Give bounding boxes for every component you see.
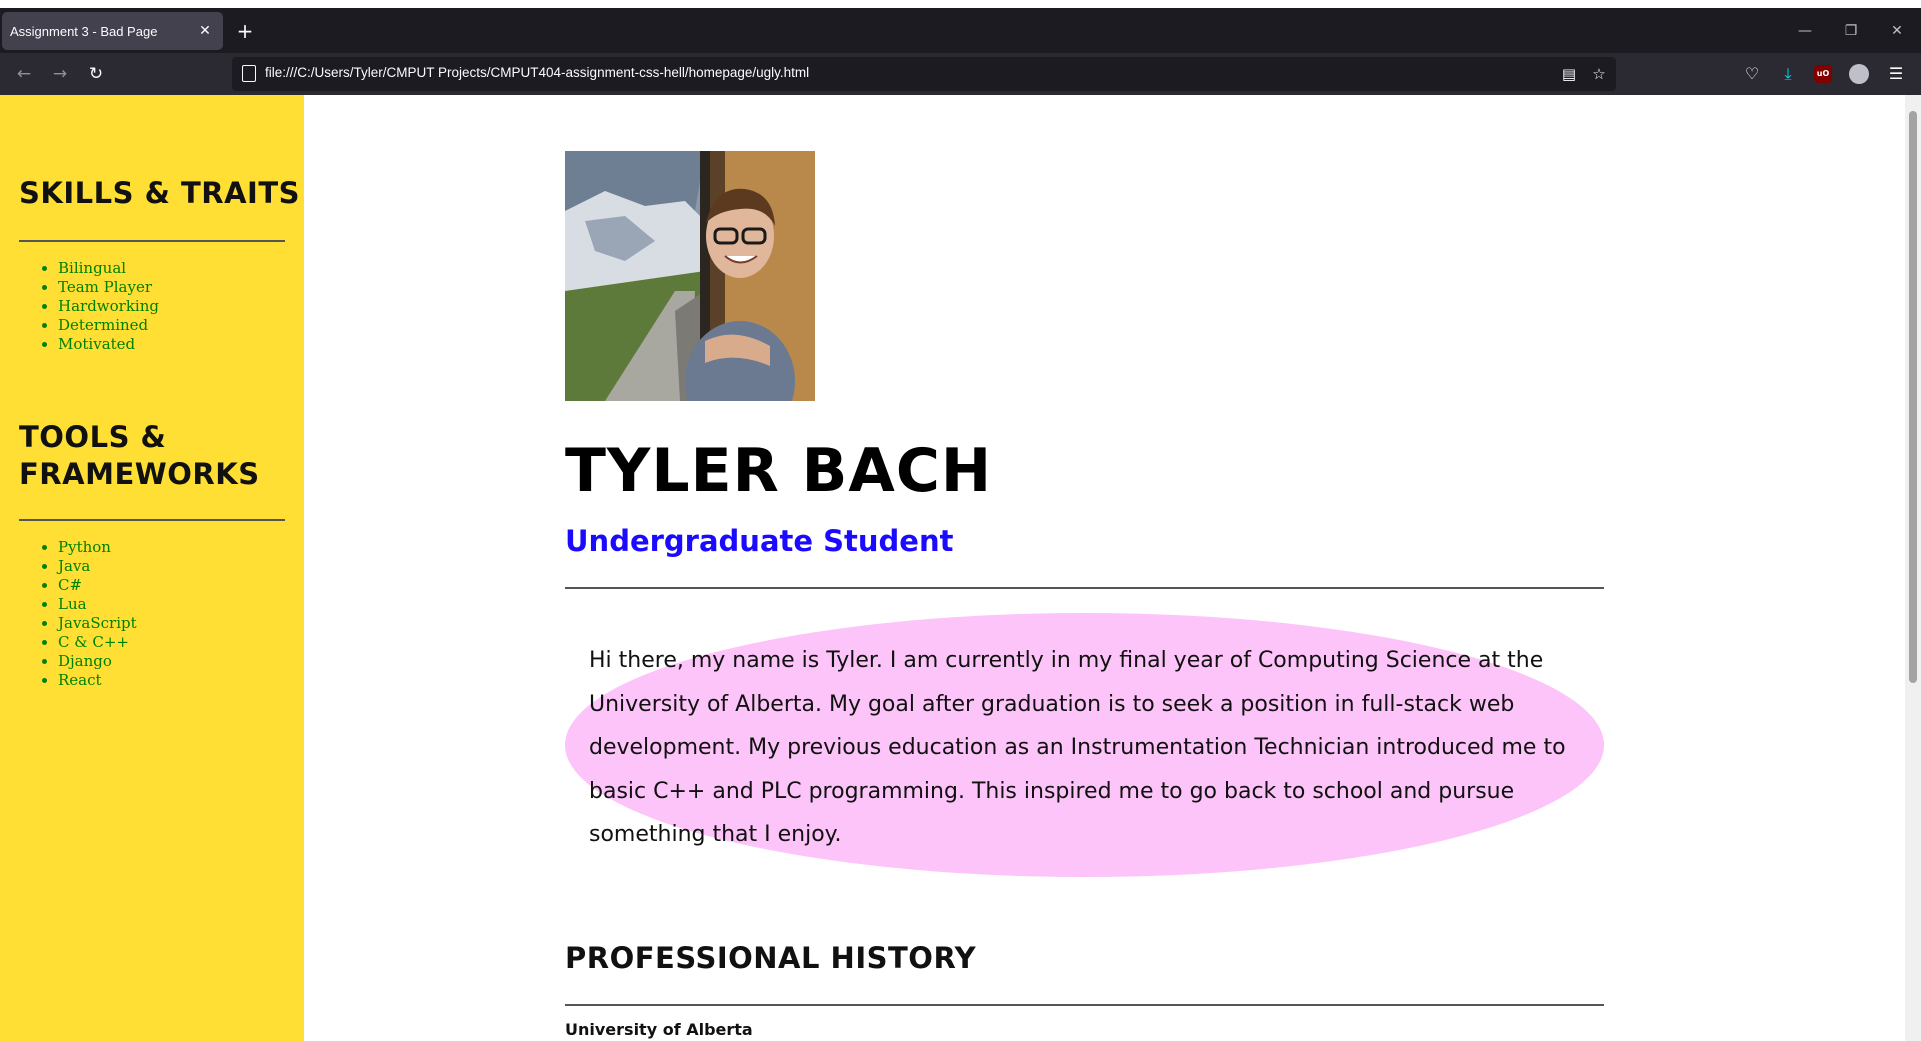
tools-heading-line1: TOOLS & <box>19 420 167 454</box>
account-icon[interactable] <box>1849 64 1869 84</box>
list-item: C# <box>58 576 137 595</box>
close-window-icon[interactable]: ✕ <box>1882 20 1912 42</box>
main-content: TYLER BACH Undergraduate Student Hi ther… <box>565 95 1604 1041</box>
list-item: Hardworking <box>58 297 159 316</box>
list-item: Django <box>58 652 137 671</box>
scrollbar-thumb[interactable] <box>1909 111 1917 683</box>
page-viewport: SKILLS & TRAITS Bilingual Team Player Ha… <box>0 95 1921 1041</box>
restore-icon[interactable]: ❐ <box>1836 20 1866 42</box>
skills-heading: SKILLS & TRAITS <box>19 176 300 210</box>
close-tab-icon[interactable]: ✕ <box>195 21 215 41</box>
list-item: C & C++ <box>58 633 137 652</box>
sidebar: SKILLS & TRAITS Bilingual Team Player Ha… <box>0 95 304 1041</box>
bookmark-star-icon[interactable]: ☆ <box>1588 63 1610 85</box>
downloads-icon[interactable]: ⤓ <box>1776 62 1800 86</box>
minimize-icon[interactable]: — <box>1790 20 1820 42</box>
skills-divider <box>19 240 285 242</box>
forward-icon[interactable]: → <box>47 62 73 86</box>
tab-title: Assignment 3 - Bad Page <box>10 23 158 39</box>
list-item: Java <box>58 557 137 576</box>
subtitle: Undergraduate Student <box>565 524 954 558</box>
new-tab-icon[interactable]: + <box>234 20 256 42</box>
list-item: Python <box>58 538 137 557</box>
history-divider <box>565 1004 1604 1006</box>
tools-divider <box>19 519 285 521</box>
skills-list: Bilingual Team Player Hardworking Determ… <box>44 259 159 354</box>
ublock-origin-icon[interactable]: uO <box>1814 65 1832 83</box>
scrollbar[interactable] <box>1905 95 1921 1041</box>
list-item: Determined <box>58 316 159 335</box>
list-item: Team Player <box>58 278 159 297</box>
list-item: Lua <box>58 595 137 614</box>
navigation-toolbar: ← → ↻ file:///C:/Users/Tyler/CMPUT Proje… <box>0 53 1921 95</box>
tab-active[interactable]: Assignment 3 - Bad Page ✕ <box>2 12 223 50</box>
pocket-icon[interactable]: ♡ <box>1740 62 1764 86</box>
url-text[interactable]: file:///C:/Users/Tyler/CMPUT Projects/CM… <box>265 65 809 80</box>
reader-view-icon[interactable]: ▤ <box>1558 63 1580 85</box>
header-divider <box>565 587 1604 589</box>
list-item: Motivated <box>58 335 159 354</box>
employer-name: University of Alberta <box>565 1020 753 1039</box>
history-heading: PROFESSIONAL HISTORY <box>565 941 977 975</box>
tools-list: Python Java C# Lua JavaScript C & C++ Dj… <box>44 538 137 690</box>
tools-heading-line2: FRAMEWORKS <box>19 457 260 491</box>
tab-bar: Assignment 3 - Bad Page ✕ + — ❐ ✕ <box>0 8 1921 53</box>
page-title: TYLER BACH <box>565 436 993 506</box>
bio-text: Hi there, my name is Tyler. I am current… <box>589 648 1566 847</box>
reload-icon[interactable]: ↻ <box>83 62 109 86</box>
bio-box: Hi there, my name is Tyler. I am current… <box>565 613 1604 877</box>
menu-icon[interactable]: ☰ <box>1884 62 1908 86</box>
back-icon[interactable]: ← <box>11 62 37 86</box>
list-item: JavaScript <box>58 614 137 633</box>
profile-photo <box>565 151 815 401</box>
page-icon <box>242 65 256 82</box>
list-item: Bilingual <box>58 259 159 278</box>
address-bar[interactable]: file:///C:/Users/Tyler/CMPUT Projects/CM… <box>232 57 1616 91</box>
tools-heading: TOOLS & FRAMEWORKS <box>19 419 260 493</box>
list-item: React <box>58 671 137 690</box>
window-top-edge <box>0 0 1921 8</box>
